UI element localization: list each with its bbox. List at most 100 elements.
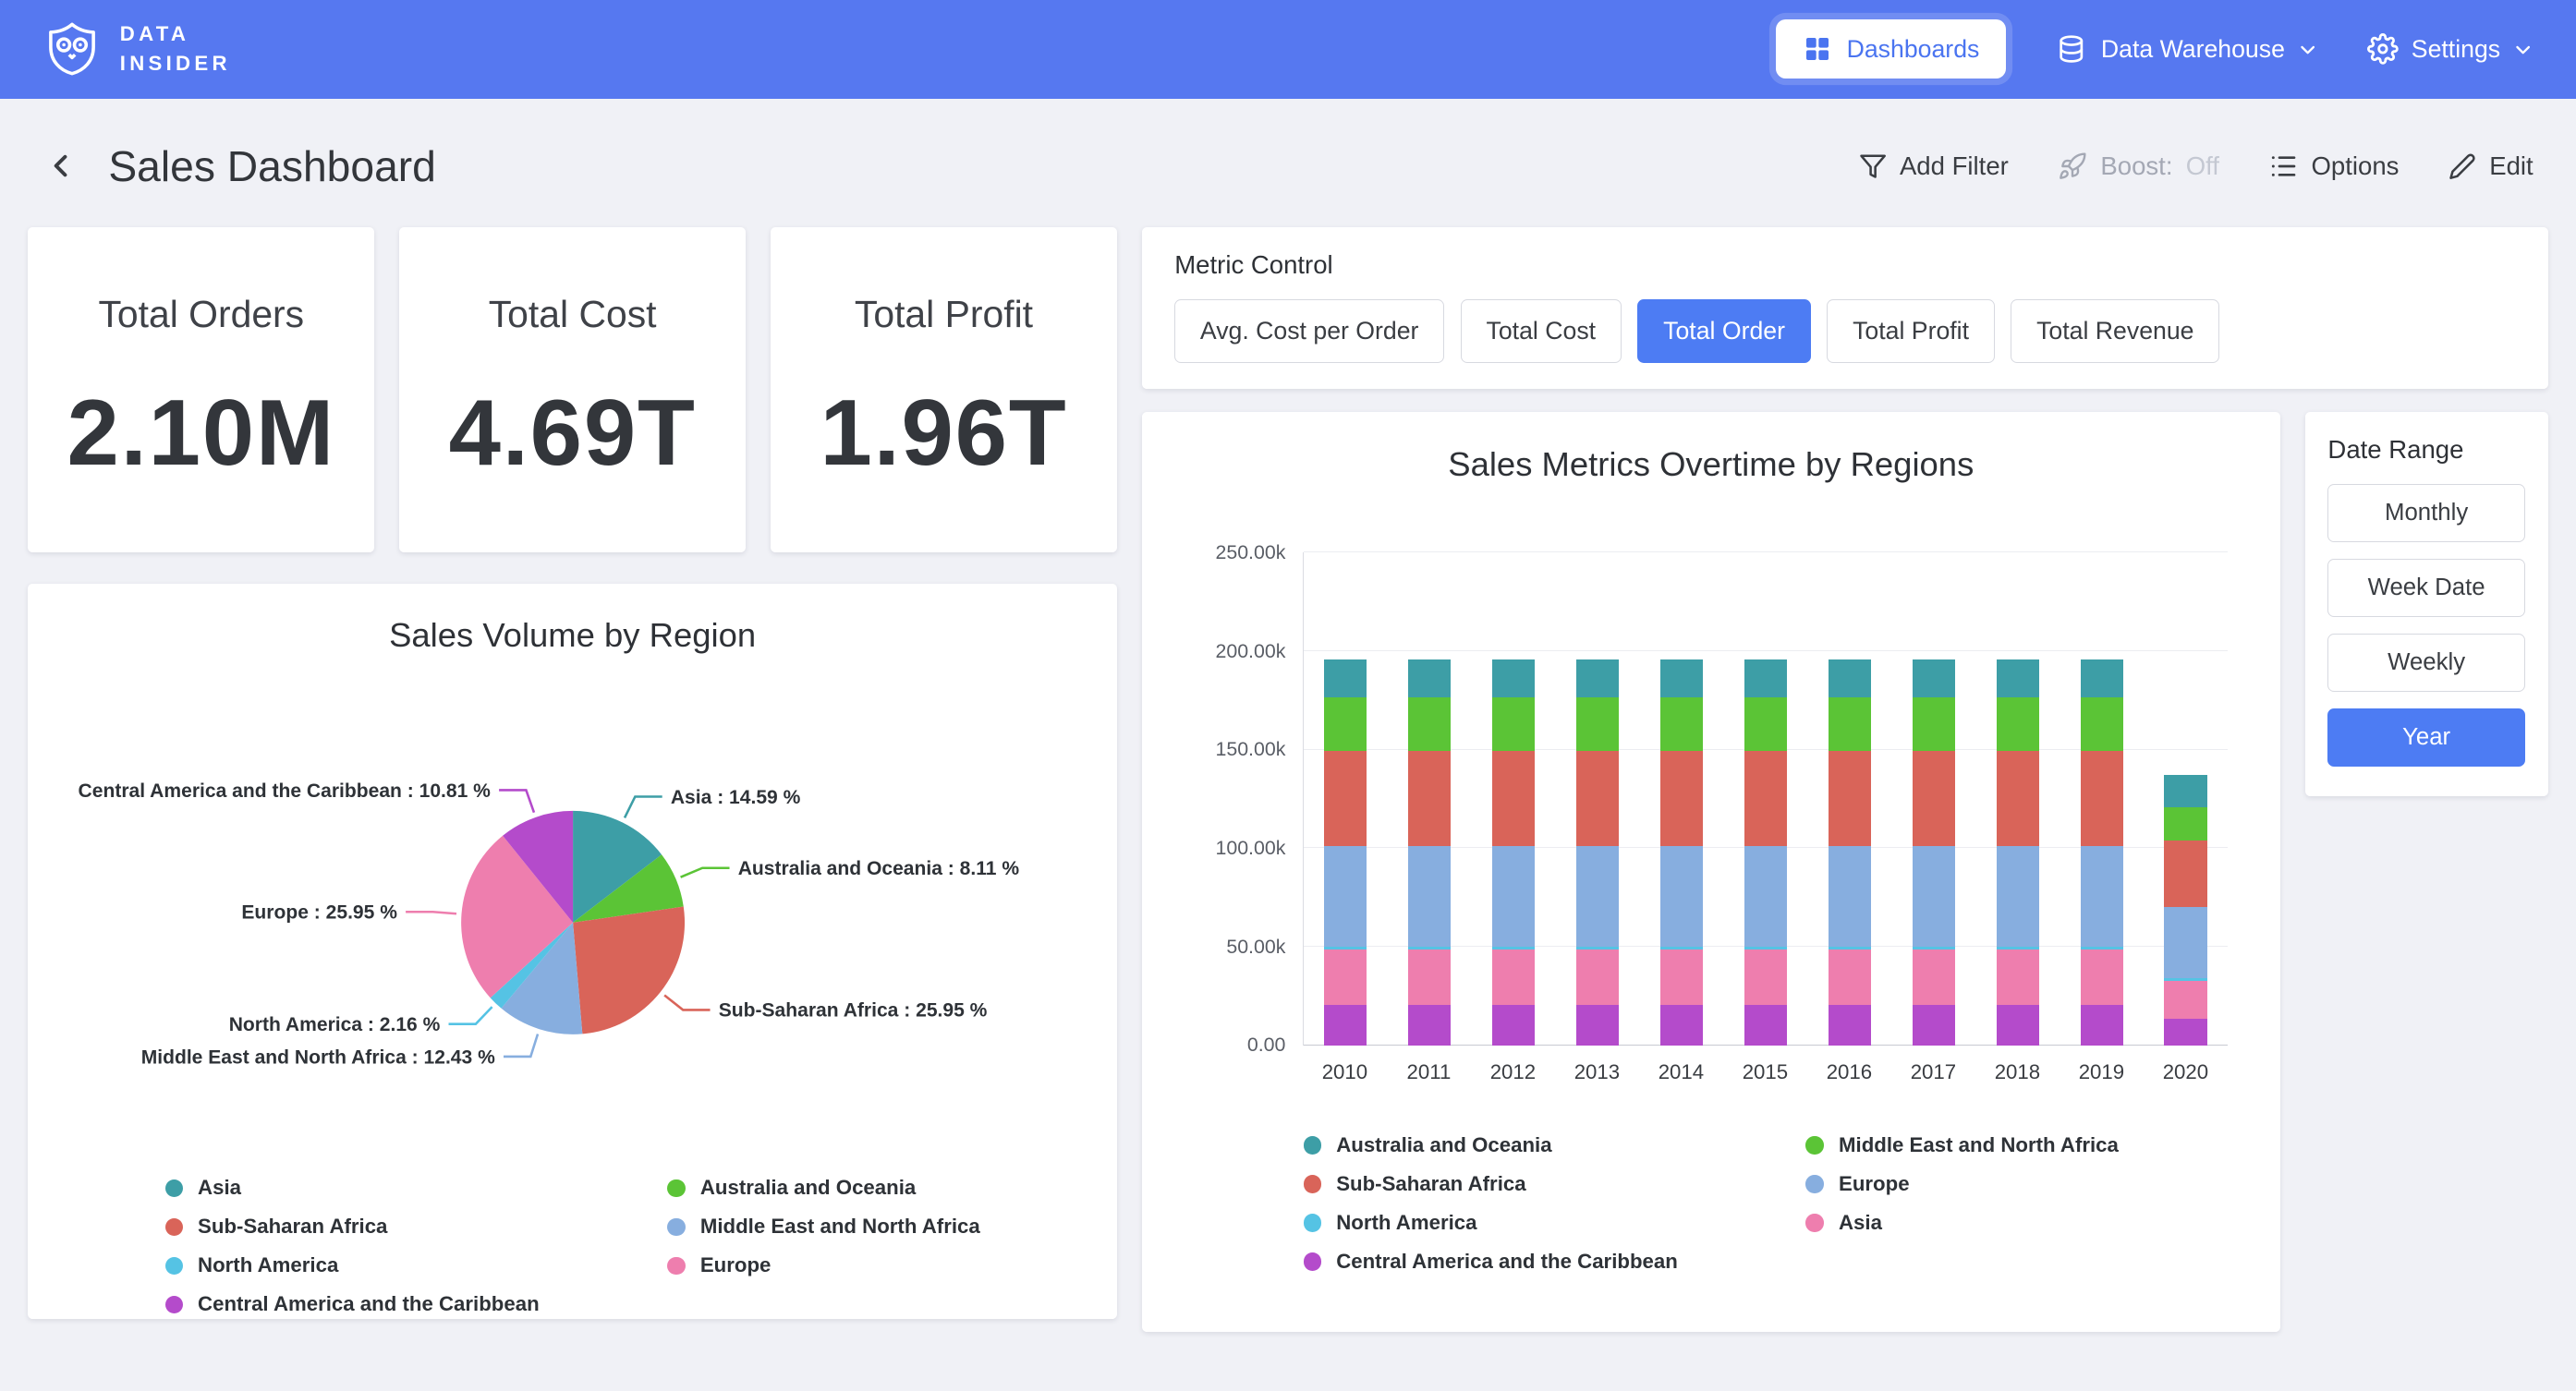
bar-group-2010 [1304, 552, 1388, 1045]
boost-label: Boost: [2100, 151, 2172, 181]
metric-button-total-revenue[interactable]: Total Revenue [2011, 299, 2219, 363]
pie-label-middle-east-and-north-africa: Middle East and North Africa : 12.43 % [140, 1046, 494, 1068]
back-button[interactable] [43, 148, 79, 184]
brand: DATA INSIDER [43, 19, 231, 79]
bar-segment-central-america-and-the-caribbean [2081, 1005, 2123, 1046]
bar-segment-middle-east-and-north-africa [1324, 697, 1367, 751]
date-range-button-week-date[interactable]: Week Date [2327, 559, 2524, 617]
legend-label: Europe [700, 1253, 772, 1277]
legend-item-sub-saharan-africa[interactable]: Sub-Saharan Africa [1304, 1172, 1678, 1196]
bar-segment-europe [1576, 846, 1619, 947]
bar-segment-europe [1660, 846, 1703, 947]
bar-segment-asia [1408, 950, 1451, 1005]
legend-dot [1805, 1214, 1824, 1232]
legend-dot [165, 1218, 184, 1237]
x-tick-2020: 2020 [2144, 1060, 2228, 1084]
metric-button-avg-cost-per-order[interactable]: Avg. Cost per Order [1174, 299, 1444, 363]
bar-2019[interactable] [2081, 659, 2123, 1046]
pie-legend: Asia Sub-Saharan Africa North America Centr… [48, 1176, 1098, 1323]
bar-2013[interactable] [1576, 659, 1619, 1046]
bar-segment-middle-east-and-north-africa [2164, 807, 2206, 841]
nav-settings[interactable]: Settings [2367, 33, 2533, 65]
metric-button-total-cost[interactable]: Total Cost [1461, 299, 1622, 363]
legend-item-sub-saharan-africa[interactable]: Sub-Saharan Africa [165, 1215, 540, 1239]
kpi-label: Total Profit [855, 293, 1033, 336]
page-title: Sales Dashboard [108, 141, 436, 191]
pie-chart-title: Sales Volume by Region [48, 616, 1098, 655]
legend-label: North America [198, 1253, 338, 1277]
nav-data-warehouse[interactable]: Data Warehouse [2055, 33, 2317, 67]
legend-label: Asia [1839, 1211, 1882, 1235]
bar-2012[interactable] [1492, 659, 1535, 1046]
legend-item-central-america-and-the-caribbean[interactable]: Central America and the Caribbean [1304, 1250, 1678, 1274]
pie-callout-line [448, 1007, 492, 1024]
metric-control-title: Metric Control [1174, 250, 2515, 280]
pie-chart-card: Sales Volume by Region Asia : 14.59 %Aus… [28, 584, 1117, 1320]
legend-item-europe[interactable]: Europe [667, 1253, 979, 1277]
bar-segment-australia-and-oceania [1324, 659, 1367, 698]
bar-segment-sub-saharan-africa [1408, 751, 1451, 846]
bar-segment-central-america-and-the-caribbean [1829, 1005, 1871, 1046]
legend-dot [667, 1179, 686, 1198]
legend-label: Middle East and North Africa [1839, 1133, 2119, 1157]
bar-legend: Australia and Oceania Sub-Saharan Africa N… [1172, 1133, 2251, 1274]
kpi-row: Total Orders 2.10M Total Cost 4.69T Tota… [28, 227, 1117, 552]
legend-item-north-america[interactable]: North America [165, 1253, 540, 1277]
bar-segment-central-america-and-the-caribbean [1997, 1005, 2039, 1046]
bar-2017[interactable] [1913, 659, 1955, 1046]
bar-2020[interactable] [2164, 775, 2206, 1045]
bar-segment-middle-east-and-north-africa [1913, 697, 1955, 751]
bar-segment-sub-saharan-africa [1660, 751, 1703, 846]
bar-segment-central-america-and-the-caribbean [1324, 1005, 1367, 1046]
legend-item-europe[interactable]: Europe [1805, 1172, 2118, 1196]
legend-item-australia-and-oceania[interactable]: Australia and Oceania [667, 1176, 979, 1200]
boost-toggle[interactable]: Boost: Off [2058, 151, 2219, 181]
owl-logo-icon [43, 19, 102, 79]
database-icon [2055, 33, 2088, 67]
legend-dot [1304, 1252, 1322, 1271]
bar-segment-australia-and-oceania [2164, 775, 2206, 806]
legend-label: Middle East and North Africa [700, 1215, 980, 1239]
options-button[interactable]: Options [2268, 151, 2399, 181]
date-range-button-monthly[interactable]: Monthly [2327, 484, 2524, 542]
nav-dashboards-button[interactable]: Dashboards [1776, 19, 2006, 79]
date-range-button-weekly[interactable]: Weekly [2327, 634, 2524, 692]
nav-data-warehouse-label: Data Warehouse [2101, 35, 2285, 64]
pie-callout-line [499, 790, 534, 812]
legend-label: Sub-Saharan Africa [1336, 1172, 1525, 1196]
legend-column: Asia Sub-Saharan Africa North America Centr… [165, 1176, 540, 1316]
bar-segment-europe [1829, 846, 1871, 947]
date-range-button-year[interactable]: Year [2327, 708, 2524, 767]
pie-callout-line [664, 995, 710, 1010]
bar-2016[interactable] [1829, 659, 1871, 1046]
bar-group-2016 [1807, 552, 1891, 1045]
pie-slice-sub-saharan-africa[interactable] [573, 906, 685, 1034]
bar-2014[interactable] [1660, 659, 1703, 1046]
bar-segment-australia-and-oceania [1829, 659, 1871, 698]
add-filter-label: Add Filter [1900, 151, 2009, 181]
legend-item-middle-east-and-north-africa[interactable]: Middle East and North Africa [667, 1215, 979, 1239]
metric-button-total-order[interactable]: Total Order [1637, 299, 1810, 363]
legend-item-asia[interactable]: Asia [165, 1176, 540, 1200]
bar-2010[interactable] [1324, 659, 1367, 1046]
legend-item-australia-and-oceania[interactable]: Australia and Oceania [1304, 1133, 1678, 1157]
bar-segment-europe [1324, 846, 1367, 947]
legend-item-asia[interactable]: Asia [1805, 1211, 2118, 1235]
legend-item-north-america[interactable]: North America [1304, 1211, 1678, 1235]
legend-item-central-america-and-the-caribbean[interactable]: Central America and the Caribbean [165, 1292, 540, 1316]
edit-button[interactable]: Edit [2448, 151, 2533, 181]
kpi-label: Total Orders [98, 293, 304, 336]
legend-item-middle-east-and-north-africa[interactable]: Middle East and North Africa [1805, 1133, 2118, 1157]
x-tick-2019: 2019 [2060, 1060, 2144, 1084]
x-tick-2018: 2018 [1975, 1060, 2060, 1084]
pie-label-australia-and-oceania: Australia and Oceania : 8.11 % [737, 858, 1019, 879]
add-filter-button[interactable]: Add Filter [1859, 151, 2009, 181]
legend-label: Europe [1839, 1172, 1910, 1196]
legend-dot [165, 1296, 184, 1314]
bar-segment-central-america-and-the-caribbean [1913, 1005, 1955, 1046]
metric-button-total-profit[interactable]: Total Profit [1827, 299, 1994, 363]
kpi-value: 1.96T [820, 380, 1067, 487]
bar-2011[interactable] [1408, 659, 1451, 1046]
bar-2018[interactable] [1997, 659, 2039, 1046]
bar-2015[interactable] [1744, 659, 1787, 1046]
